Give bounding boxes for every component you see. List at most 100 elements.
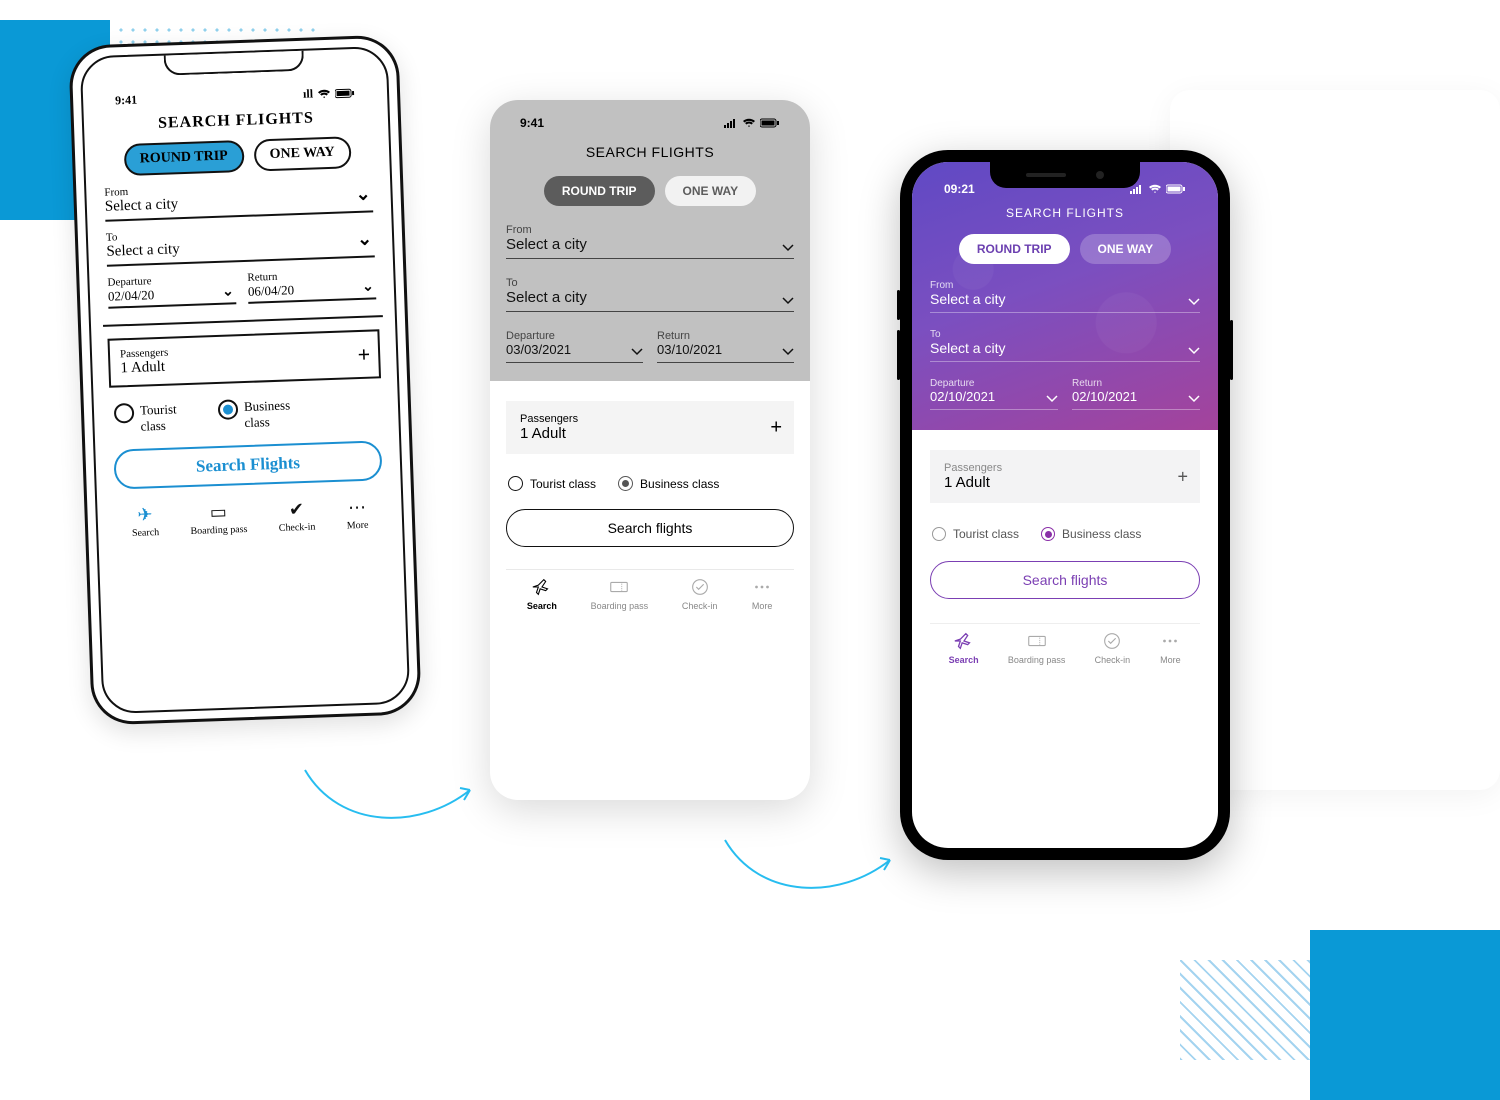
bg-accent-square-2 — [1310, 930, 1500, 1100]
departure-field[interactable]: Departure 02/04/20 ⌄ — [107, 272, 236, 308]
plus-icon[interactable]: + — [357, 341, 370, 367]
plane-icon — [953, 630, 975, 652]
return-value: 03/10/2021 — [657, 342, 794, 357]
tourist-label: Tourist class — [140, 401, 201, 435]
ticket-icon: ▭ — [209, 502, 227, 524]
return-value: 02/10/2021 — [1072, 389, 1200, 404]
nav-search[interactable]: Search — [527, 576, 557, 611]
return-value: 06/04/20 — [248, 279, 376, 299]
passengers-card[interactable]: Passengers 1 Adult + — [506, 401, 794, 454]
business-class-radio[interactable]: Business class — [618, 476, 719, 491]
ticket-icon — [608, 576, 630, 598]
chevron-down-icon — [1188, 395, 1200, 403]
business-label: Business class — [640, 477, 719, 491]
round-trip-toggle[interactable]: ROUND TRIP — [123, 140, 244, 176]
check-circle-icon: ✔ — [289, 499, 305, 521]
status-time: 9:41 — [520, 116, 544, 130]
to-value: Select a city — [930, 340, 1200, 356]
status-time: 09:21 — [944, 182, 975, 196]
nav-more[interactable]: More — [1159, 630, 1181, 665]
to-label: To — [930, 329, 1200, 340]
radio-selected-icon — [218, 399, 239, 420]
from-label: From — [506, 224, 794, 236]
page-title: SEARCH FLIGHTS — [506, 144, 794, 160]
flow-arrow-icon — [300, 760, 480, 840]
return-label: Return — [1072, 378, 1200, 389]
departure-value: 03/03/2021 — [506, 342, 643, 357]
return-field[interactable]: Return 02/10/2021 — [1072, 378, 1200, 410]
business-class-radio[interactable]: Business class — [218, 397, 315, 432]
nav-checkin[interactable]: Check-in — [1095, 630, 1131, 665]
nav-search[interactable]: Search — [949, 630, 979, 665]
departure-field[interactable]: Departure 03/03/2021 — [506, 330, 643, 363]
search-flights-button[interactable]: Search flights — [930, 561, 1200, 599]
to-label: To — [506, 277, 794, 289]
wifi-icon — [317, 88, 331, 98]
tourist-label: Tourist class — [953, 527, 1019, 541]
plus-icon[interactable]: + — [770, 416, 782, 439]
tourist-class-radio[interactable]: Tourist class — [508, 476, 596, 491]
chevron-down-icon — [782, 244, 794, 252]
tourist-class-radio[interactable]: Tourist class — [932, 527, 1019, 541]
to-field[interactable]: To Select a city — [930, 329, 1200, 362]
nav-more[interactable]: More — [751, 576, 773, 611]
business-class-radio[interactable]: Business class — [1041, 527, 1141, 541]
signal-icon: ıll — [303, 86, 314, 101]
nav-boarding[interactable]: ▭Boarding pass — [190, 501, 248, 537]
chevron-down-icon: ⌄ — [357, 228, 373, 250]
return-label: Return — [657, 330, 794, 342]
departure-field[interactable]: Departure 02/10/2021 — [930, 378, 1058, 410]
from-field[interactable]: From Select a city ⌄ — [104, 177, 373, 221]
phone-notch — [990, 162, 1140, 188]
status-time: 9:41 — [115, 93, 138, 109]
return-field[interactable]: Return 06/04/20 ⌄ — [247, 267, 376, 303]
chevron-down-icon — [1046, 395, 1058, 403]
to-field[interactable]: To Select a city ⌄ — [106, 222, 375, 266]
business-label: Business class — [1062, 527, 1141, 541]
from-field[interactable]: From Select a city — [930, 280, 1200, 313]
passengers-value: 1 Adult — [944, 474, 1186, 491]
round-trip-toggle[interactable]: ROUND TRIP — [544, 176, 655, 206]
departure-label: Departure — [930, 378, 1058, 389]
passengers-value: 1 Adult — [520, 425, 780, 442]
phone-hifi: 09:21 SEARCH FLIGHTS ROUND TRIP ONE WAY — [900, 150, 1230, 860]
round-trip-toggle[interactable]: ROUND TRIP — [959, 234, 1070, 264]
plus-icon[interactable]: + — [1177, 466, 1188, 487]
bg-hatch-pattern — [1180, 960, 1330, 1060]
ticket-icon — [1026, 630, 1048, 652]
nav-boarding[interactable]: Boarding pass — [591, 576, 649, 611]
divider — [103, 315, 383, 327]
from-field[interactable]: From Select a city — [506, 224, 794, 259]
status-bar: 9:41 — [506, 110, 794, 136]
nav-boarding[interactable]: Boarding pass — [1008, 630, 1066, 665]
to-field[interactable]: To Select a city — [506, 277, 794, 312]
chevron-down-icon — [631, 348, 643, 356]
plane-icon: ✈ — [137, 504, 153, 526]
chevron-down-icon — [1188, 347, 1200, 355]
battery-icon — [335, 87, 355, 98]
tourist-class-radio[interactable]: Tourist class — [114, 401, 201, 436]
search-flights-button[interactable]: Search flights — [506, 509, 794, 547]
radio-selected-icon — [618, 476, 633, 491]
signal-icon — [724, 118, 738, 128]
plane-icon — [531, 576, 553, 598]
nav-checkin[interactable]: ✔Check-in — [278, 499, 316, 534]
one-way-toggle[interactable]: ONE WAY — [665, 176, 757, 206]
departure-value: 02/10/2021 — [930, 389, 1058, 404]
more-icon: ⋯ — [348, 497, 367, 519]
radio-selected-icon — [1041, 527, 1055, 541]
search-flights-button[interactable]: Search Flights — [113, 440, 382, 489]
passengers-card[interactable]: Passengers 1 Adult + — [930, 450, 1200, 503]
passengers-card[interactable]: Passengers 1 Adult + — [107, 329, 381, 387]
nav-more[interactable]: ⋯More — [346, 497, 369, 532]
return-field[interactable]: Return 03/10/2021 — [657, 330, 794, 363]
one-way-toggle[interactable]: ONE WAY — [1080, 234, 1172, 264]
battery-icon — [760, 118, 780, 128]
nav-checkin[interactable]: Check-in — [682, 576, 718, 611]
chevron-down-icon — [782, 297, 794, 305]
phone-sketch: 9:41 ıll SEARCH FLIGHTS ROUND TRIP ONE W… — [68, 34, 422, 725]
chevron-down-icon: ⌄ — [355, 184, 371, 206]
one-way-toggle[interactable]: ONE WAY — [253, 136, 351, 171]
page-title: SEARCH FLIGHTS — [930, 206, 1200, 220]
nav-search[interactable]: ✈Search — [131, 504, 159, 539]
